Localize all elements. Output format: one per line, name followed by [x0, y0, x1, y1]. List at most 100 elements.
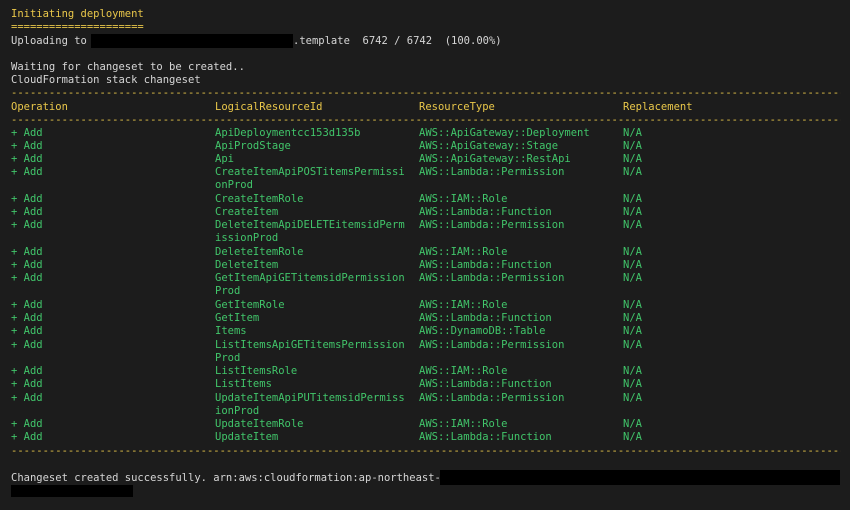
header-resource-type: ResourceType: [419, 101, 495, 113]
row-resource-type: AWS::Lambda::Function: [419, 206, 552, 218]
row-replacement: N/A: [623, 392, 642, 404]
row-logical-id-wrap: Prod: [215, 285, 241, 297]
deploy-title: Initiating deployment: [11, 8, 144, 20]
redacted-arn-block-2: [11, 485, 133, 497]
row-resource-type: AWS::IAM::Role: [419, 246, 508, 258]
row-operation: + Add: [11, 325, 43, 337]
header-logical-resource-id: LogicalResourceId: [215, 101, 323, 113]
row-logical-id: Items: [215, 325, 247, 337]
table-row: + Add UpdateItemRole AWS::IAM::Role N/A: [0, 418, 850, 431]
row-replacement: N/A: [623, 365, 642, 377]
row-operation: + Add: [11, 140, 43, 152]
row-replacement: N/A: [623, 418, 642, 430]
row-logical-id: UpdateItemRole: [215, 418, 304, 430]
row-operation: + Add: [11, 193, 43, 205]
upload-prefix: Uploading to: [11, 35, 87, 47]
table-separator-top: ----------------------------------------…: [11, 87, 841, 99]
row-logical-id: CreateItemApiPOSTitemsPermissi: [215, 166, 405, 178]
row-operation: + Add: [11, 153, 43, 165]
row-resource-type: AWS::Lambda::Permission: [419, 166, 565, 178]
row-operation: + Add: [11, 418, 43, 430]
table-row: + Add CreateItem AWS::Lambda::Function N…: [0, 206, 850, 219]
row-replacement: N/A: [623, 140, 642, 152]
row-operation: + Add: [11, 246, 43, 258]
changeset-heading: CloudFormation stack changeset: [11, 74, 201, 86]
table-row: + Add GetItemApiGETitemsidPermission Pro…: [0, 272, 850, 298]
row-logical-id: DeleteItem: [215, 259, 279, 271]
table-row: + Add Api AWS::ApiGateway::RestApi N/A: [0, 153, 850, 166]
row-logical-id: UpdateItemApiPUTitemsidPermiss: [215, 392, 405, 404]
terminal-window[interactable]: Initiating deployment ==================…: [0, 0, 850, 510]
row-replacement: N/A: [623, 299, 642, 311]
header-replacement: Replacement: [623, 101, 693, 113]
row-resource-type: AWS::ApiGateway::Stage: [419, 140, 559, 152]
row-replacement: N/A: [623, 246, 642, 258]
row-logical-id: ListItems: [215, 378, 272, 390]
row-logical-id: ApiProdStage: [215, 140, 291, 152]
row-resource-type: AWS::IAM::Role: [419, 418, 508, 430]
row-logical-id: GetItemApiGETitemsidPermission: [215, 272, 405, 284]
row-resource-type: AWS::Lambda::Permission: [419, 392, 565, 404]
row-logical-id: ApiDeploymentcc153d135b: [215, 127, 361, 139]
row-logical-id: GetItemRole: [215, 299, 285, 311]
table-row: + Add ListItemsApiGETitemsPermission Pro…: [0, 339, 850, 365]
row-logical-id: CreateItemRole: [215, 193, 304, 205]
table-separator-bottom: ----------------------------------------…: [11, 445, 841, 457]
row-logical-id-wrap: onProd: [215, 179, 253, 191]
row-replacement: N/A: [623, 153, 642, 165]
row-resource-type: AWS::Lambda::Permission: [419, 272, 565, 284]
row-logical-id: UpdateItem: [215, 431, 279, 443]
row-resource-type: AWS::ApiGateway::Deployment: [419, 127, 590, 139]
row-replacement: N/A: [623, 219, 642, 231]
row-resource-type: AWS::IAM::Role: [419, 299, 508, 311]
row-resource-type: AWS::Lambda::Function: [419, 431, 552, 443]
row-logical-id: ListItemsApiGETitemsPermission: [215, 339, 405, 351]
row-replacement: N/A: [623, 378, 642, 390]
row-operation: + Add: [11, 166, 43, 178]
row-resource-type: AWS::Lambda::Permission: [419, 219, 565, 231]
row-operation: + Add: [11, 127, 43, 139]
row-resource-type: AWS::IAM::Role: [419, 193, 508, 205]
row-resource-type: AWS::DynamoDB::Table: [419, 325, 546, 337]
row-resource-type: AWS::Lambda::Permission: [419, 339, 565, 351]
table-row: + Add UpdateItemApiPUTitemsidPermiss ion…: [0, 392, 850, 418]
table-row: + Add UpdateItem AWS::Lambda::Function N…: [0, 431, 850, 444]
waiting-message: Waiting for changeset to be created..: [11, 61, 245, 73]
row-logical-id: GetItem: [215, 312, 260, 324]
row-logical-id: ListItemsRole: [215, 365, 298, 377]
row-replacement: N/A: [623, 339, 642, 351]
row-replacement: N/A: [623, 272, 642, 284]
table-row: + Add CreateItemApiPOSTitemsPermissi onP…: [0, 166, 850, 192]
table-separator-mid: ----------------------------------------…: [11, 114, 841, 126]
row-resource-type: AWS::Lambda::Function: [419, 378, 552, 390]
row-logical-id: DeleteItemRole: [215, 246, 304, 258]
row-operation: + Add: [11, 431, 43, 443]
row-resource-type: AWS::ApiGateway::RestApi: [419, 153, 571, 165]
table-row: + Add ApiDeploymentcc153d135b AWS::ApiGa…: [0, 127, 850, 140]
row-operation: + Add: [11, 259, 43, 271]
table-header-row: Operation LogicalResourceId ResourceType…: [0, 101, 850, 114]
changeset-result: Changeset created successfully. arn:aws:…: [11, 472, 448, 484]
row-operation: + Add: [11, 312, 43, 324]
row-operation: + Add: [11, 299, 43, 311]
title-underline: =====================: [11, 21, 144, 33]
header-operation: Operation: [11, 101, 68, 113]
row-logical-id-wrap: ionProd: [215, 405, 260, 417]
row-replacement: N/A: [623, 206, 642, 218]
table-row: + Add ListItems AWS::Lambda::Function N/…: [0, 378, 850, 391]
row-logical-id: Api: [215, 153, 234, 165]
redacted-arn-block: [440, 470, 840, 485]
table-row: + Add Items AWS::DynamoDB::Table N/A: [0, 325, 850, 338]
table-row: + Add GetItem AWS::Lambda::Function N/A: [0, 312, 850, 325]
row-replacement: N/A: [623, 431, 642, 443]
row-resource-type: AWS::IAM::Role: [419, 365, 508, 377]
row-replacement: N/A: [623, 166, 642, 178]
row-replacement: N/A: [623, 325, 642, 337]
table-row: + Add DeleteItemApiDELETEitemsidPerm iss…: [0, 219, 850, 245]
row-operation: + Add: [11, 339, 43, 351]
table-row: + Add ListItemsRole AWS::IAM::Role N/A: [0, 365, 850, 378]
row-operation: + Add: [11, 219, 43, 231]
row-replacement: N/A: [623, 259, 642, 271]
table-row: + Add CreateItemRole AWS::IAM::Role N/A: [0, 193, 850, 206]
row-resource-type: AWS::Lambda::Function: [419, 259, 552, 271]
